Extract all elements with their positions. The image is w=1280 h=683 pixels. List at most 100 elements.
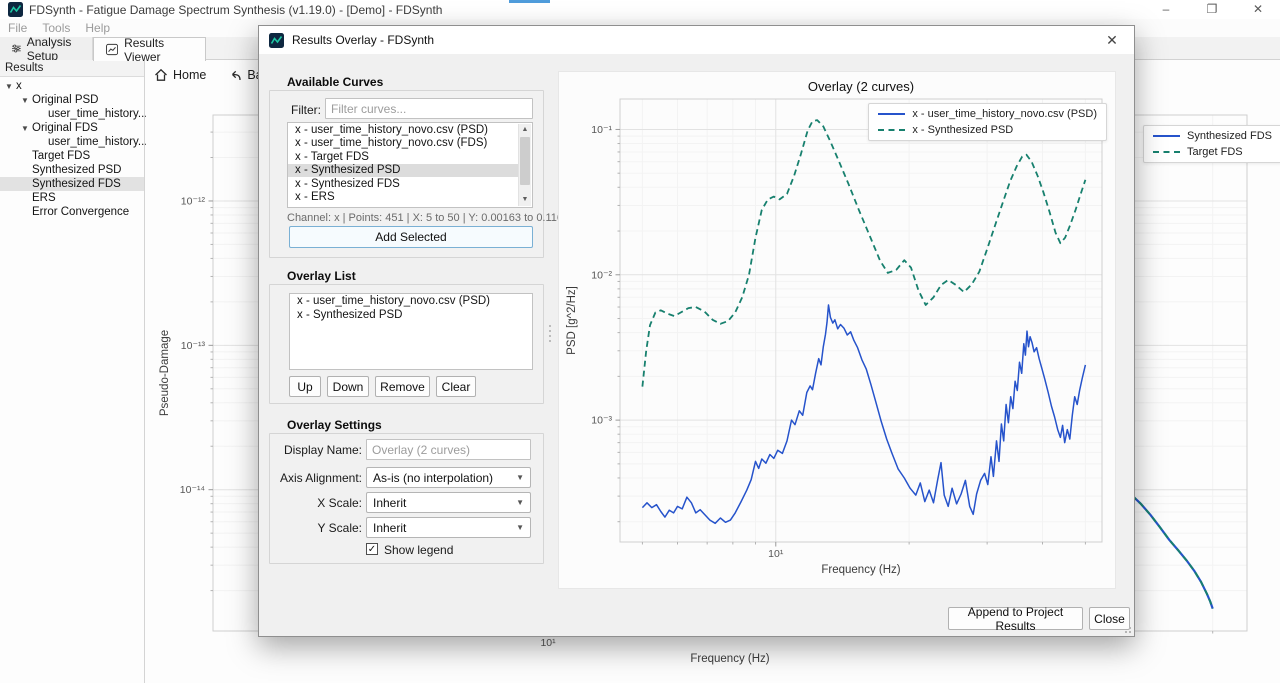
- maximize-button[interactable]: ❐: [1189, 0, 1235, 19]
- fds-chart-legend: Synthesized FDS Target FDS: [1143, 125, 1280, 163]
- svg-text:10⁻¹²: 10⁻¹²: [181, 195, 206, 207]
- svg-text:Frequency (Hz): Frequency (Hz): [821, 564, 900, 576]
- x-scale-value: Inherit: [373, 496, 406, 510]
- tree-item-original-psd[interactable]: ▼Original PSD: [0, 93, 144, 107]
- sliders-icon: [12, 42, 21, 55]
- tree-item-user-time-history-[interactable]: user_time_history...: [0, 107, 144, 121]
- menu-help[interactable]: Help: [85, 21, 110, 35]
- tree-item-label: Error Convergence: [32, 206, 129, 218]
- sidebar-header: Results: [0, 60, 144, 77]
- close-button[interactable]: ✕: [1235, 0, 1280, 19]
- tree-item-synthesized-fds[interactable]: Synthesized FDS: [0, 177, 144, 191]
- available-curve-item[interactable]: x - Target FDS: [288, 150, 518, 164]
- tree-item-target-fds[interactable]: Target FDS: [0, 149, 144, 163]
- available-curve-item[interactable]: x - Synthesized PSD: [288, 164, 518, 178]
- menu-tools[interactable]: Tools: [42, 21, 70, 35]
- svg-text:10⁻¹⁴: 10⁻¹⁴: [180, 484, 205, 496]
- axis-alignment-select[interactable]: As-is (no interpolation) ▼: [366, 467, 531, 488]
- dialog-app-icon: [269, 33, 284, 48]
- panel-splitter-handle[interactable]: [548, 322, 552, 345]
- y-scale-label: Y Scale:: [277, 521, 362, 535]
- legend-label: x - Synthesized PSD: [912, 124, 1013, 136]
- overlay-settings-heading: Overlay Settings: [287, 418, 382, 432]
- tree-item-user-time-history-[interactable]: user_time_history...: [0, 135, 144, 149]
- tab-analysis-setup[interactable]: Analysis Setup: [0, 37, 93, 60]
- solid-line-swatch: [1153, 135, 1180, 137]
- x-scale-select[interactable]: Inherit ▼: [366, 492, 531, 513]
- dialog-title-bar: Results Overlay - FDSynth ✕: [259, 26, 1134, 54]
- tree-item-synthesized-psd[interactable]: Synthesized PSD: [0, 163, 144, 177]
- scroll-down-icon[interactable]: ▼: [519, 194, 531, 206]
- tree-item-label: Synthesized FDS: [32, 178, 121, 190]
- solid-line-swatch: [878, 113, 905, 115]
- overlay-list-item[interactable]: x - Synthesized PSD: [290, 308, 532, 322]
- tab-label: Analysis Setup: [27, 35, 80, 63]
- overlay-list[interactable]: x - user_time_history_novo.csv (PSD)x - …: [289, 293, 533, 370]
- tree-item-error-convergence[interactable]: Error Convergence: [0, 205, 144, 219]
- legend-label: Target FDS: [1187, 146, 1243, 158]
- legend-entry: x - Synthesized PSD: [878, 124, 1097, 136]
- y-scale-value: Inherit: [373, 521, 406, 535]
- chevron-down-icon: ▼: [516, 523, 524, 532]
- dashed-line-swatch: [1153, 151, 1180, 153]
- expander-icon[interactable]: ▼: [2, 82, 16, 91]
- expander-icon[interactable]: ▼: [18, 124, 32, 133]
- display-name-input[interactable]: [366, 439, 531, 460]
- overlay-chart-card: 10¹10⁻¹10⁻²10⁻³Overlay (2 curves)Frequen…: [558, 71, 1116, 589]
- svg-text:10¹: 10¹: [540, 637, 556, 649]
- down-button[interactable]: Down: [327, 376, 369, 397]
- available-curve-item[interactable]: x - user_time_history_novo.csv (FDS): [288, 137, 518, 151]
- axis-alignment-value: As-is (no interpolation): [373, 471, 493, 485]
- tree-item-label: Synthesized PSD: [32, 164, 122, 176]
- overlay-list-heading: Overlay List: [287, 269, 356, 283]
- available-curve-item[interactable]: x - Synthesized FDS: [288, 177, 518, 191]
- tree-item-label: Original FDS: [32, 122, 98, 134]
- tree-item-ers[interactable]: ERS: [0, 191, 144, 205]
- clear-button[interactable]: Clear: [436, 376, 476, 397]
- legend-label: x - user_time_history_novo.csv (PSD): [912, 108, 1097, 120]
- show-legend-checkbox[interactable]: ✓: [366, 543, 378, 555]
- results-tree: ▼x▼Original PSDuser_time_history...▼Orig…: [0, 77, 144, 219]
- available-curve-item[interactable]: x - user_time_history_novo.csv (PSD): [288, 123, 518, 137]
- available-curves-list[interactable]: x - user_time_history_novo.csv (PSD)x - …: [287, 122, 533, 208]
- axis-alignment-label: Axis Alignment:: [267, 471, 362, 485]
- scroll-up-icon[interactable]: ▲: [519, 124, 531, 136]
- add-selected-button[interactable]: Add Selected: [289, 226, 533, 248]
- expander-icon[interactable]: ▼: [18, 96, 32, 105]
- list-scrollbar[interactable]: ▲ ▼: [518, 124, 531, 206]
- tree-item-label: Target FDS: [32, 150, 90, 162]
- svg-text:10⁻²: 10⁻²: [591, 269, 612, 281]
- svg-text:PSD [g^2/Hz]: PSD [g^2/Hz]: [566, 286, 578, 355]
- title-bar: FDSynth - Fatigue Damage Spectrum Synthe…: [0, 0, 1280, 19]
- tab-results-viewer[interactable]: Results Viewer: [93, 37, 206, 61]
- tree-item-original-fds[interactable]: ▼Original FDS: [0, 121, 144, 135]
- y-scale-select[interactable]: Inherit ▼: [366, 517, 531, 538]
- tree-item-x[interactable]: ▼x: [0, 79, 144, 93]
- tree-item-label: Original PSD: [32, 94, 98, 106]
- filter-input[interactable]: [325, 98, 533, 119]
- svg-text:10⁻³: 10⁻³: [591, 415, 612, 427]
- legend-entry: x - user_time_history_novo.csv (PSD): [878, 108, 1097, 120]
- available-curve-item[interactable]: x - ERS: [288, 191, 518, 205]
- dialog-close-button[interactable]: ✕: [1090, 26, 1134, 54]
- accent-strip: [509, 0, 550, 3]
- menu-file[interactable]: File: [8, 21, 27, 35]
- app-window: FDSynth - Fatigue Damage Spectrum Synthe…: [0, 0, 1280, 683]
- scrollbar-thumb[interactable]: [520, 137, 530, 185]
- chevron-down-icon: ▼: [516, 498, 524, 507]
- minimize-button[interactable]: –: [1143, 0, 1189, 19]
- show-legend-label: Show legend: [384, 543, 453, 557]
- append-to-project-results-button[interactable]: Append to Project Results: [948, 607, 1083, 630]
- remove-button[interactable]: Remove: [375, 376, 430, 397]
- up-button[interactable]: Up: [289, 376, 321, 397]
- available-curves-heading: Available Curves: [287, 75, 383, 89]
- svg-text:Pseudo-Damage: Pseudo-Damage: [159, 330, 171, 416]
- resize-grip[interactable]: [1123, 625, 1131, 633]
- line-chart-icon: [106, 43, 118, 56]
- overlay-chart: 10¹10⁻¹10⁻²10⁻³Overlay (2 curves)Frequen…: [559, 72, 1115, 588]
- tree-item-label: x: [16, 80, 22, 92]
- dashed-line-swatch: [878, 129, 905, 131]
- overlay-list-item[interactable]: x - user_time_history_novo.csv (PSD): [290, 294, 532, 308]
- chevron-down-icon: ▼: [516, 473, 524, 482]
- tab-label: Results Viewer: [124, 36, 193, 64]
